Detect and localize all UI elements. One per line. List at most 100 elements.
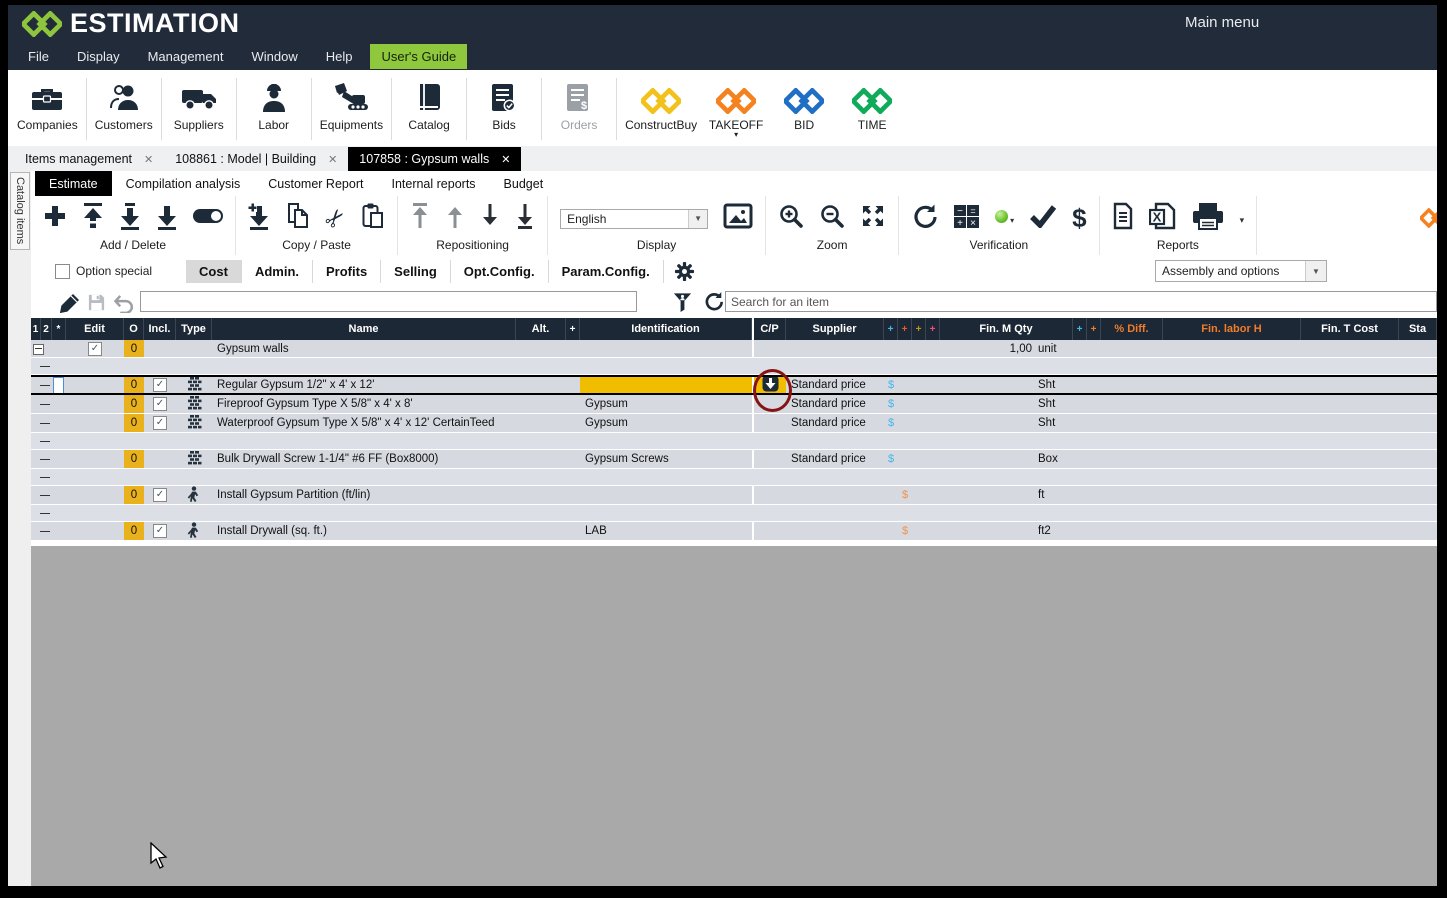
close-icon[interactable]: ✕: [501, 153, 510, 166]
tab-108861-model-building[interactable]: 108861 : Model | Building✕: [164, 147, 348, 171]
cell-incl[interactable]: ✓: [144, 486, 176, 504]
ribbon-copy-button[interactable]: [285, 202, 311, 235]
cell-edit[interactable]: [66, 522, 124, 540]
main-menu-label[interactable]: Main menu: [1185, 14, 1259, 31]
column-header-p2[interactable]: +: [898, 318, 912, 340]
collapse-expander-icon[interactable]: [33, 344, 41, 355]
cell-incl[interactable]: [144, 450, 176, 468]
column-header-p6[interactable]: +: [1087, 318, 1101, 340]
filter-button-admin[interactable]: Admin.: [242, 260, 313, 283]
edit-checkbox[interactable]: ✓: [88, 342, 102, 356]
ribbon-recalc-button[interactable]: [911, 203, 938, 235]
filter-button-cost[interactable]: Cost: [186, 260, 242, 283]
column-header-alt[interactable]: Alt.: [516, 318, 566, 340]
menu-item-management[interactable]: Management: [134, 49, 238, 64]
toolbar-time-button[interactable]: TIME: [838, 77, 906, 132]
toolbar-labor-button[interactable]: Labor: [240, 77, 308, 132]
price-dollar-indicator[interactable]: $: [884, 453, 898, 465]
column-header-finlabor[interactable]: Fin. labor H: [1163, 318, 1301, 340]
price-dollar-indicator[interactable]: $: [884, 417, 898, 429]
catalog-items-tab[interactable]: Catalog items: [10, 172, 30, 250]
column-header-sta[interactable]: Sta: [1399, 318, 1437, 340]
ribbon-move-down-bar-button[interactable]: [156, 203, 178, 235]
toolbar-customers-button[interactable]: Customers: [90, 77, 158, 132]
menu-item-window[interactable]: Window: [237, 49, 311, 64]
option-special-checkbox[interactable]: Option special: [55, 264, 152, 279]
cell-incl[interactable]: [144, 340, 176, 357]
tab-estimate[interactable]: Estimate: [35, 171, 112, 196]
ribbon-fit-screen-button[interactable]: [860, 203, 886, 234]
column-header-p5[interactable]: +: [1073, 318, 1087, 340]
ribbon-add-plus-button[interactable]: [43, 204, 67, 233]
ribbon-zoom-in-button[interactable]: [778, 203, 804, 234]
menu-item-display[interactable]: Display: [63, 49, 134, 64]
ribbon-report-doc-button[interactable]: [1112, 202, 1134, 235]
gear-icon[interactable]: [674, 261, 695, 282]
menu-item-help[interactable]: Help: [312, 49, 367, 64]
search-item-input[interactable]: [725, 291, 1437, 312]
tab-107858-gypsum-walls[interactable]: 107858 : Gypsum walls✕: [348, 147, 521, 171]
ribbon-dollar-button[interactable]: $: [1072, 205, 1086, 232]
toolbar-companies-button[interactable]: Companies: [12, 77, 83, 132]
ribbon-validate-button[interactable]: [1029, 204, 1057, 233]
undo-icon[interactable]: [113, 294, 135, 318]
save-icon[interactable]: [87, 293, 106, 317]
tab-budget[interactable]: Budget: [490, 171, 558, 196]
close-icon[interactable]: ✕: [144, 153, 153, 166]
ribbon-move-bottom-button[interactable]: [515, 203, 535, 234]
ribbon-cut-button[interactable]: ✂: [326, 207, 346, 231]
checkbox-icon[interactable]: [55, 264, 70, 279]
table-row[interactable]: 0✓Install Drywall (sq. ft.)LAB$ft2: [31, 522, 1437, 541]
cell-incl[interactable]: ✓: [144, 377, 176, 393]
column-header-p4[interactable]: +: [926, 318, 940, 340]
toolbar-equipments-button[interactable]: Equipments: [315, 77, 388, 132]
include-checkbox[interactable]: ✓: [153, 416, 167, 430]
toolbar-catalog-button[interactable]: Catalog: [395, 77, 463, 132]
ribbon-status-dot-button[interactable]: ▾: [995, 210, 1014, 228]
column-header-incl[interactable]: Incl.: [144, 318, 176, 340]
column-header-ident[interactable]: Identification: [580, 318, 752, 340]
column-header-cstar[interactable]: *: [52, 318, 66, 340]
price-dollar-indicator[interactable]: $: [898, 525, 912, 537]
toolbar-suppliers-button[interactable]: Suppliers: [165, 77, 233, 132]
column-header-name[interactable]: Name: [212, 318, 516, 340]
include-checkbox[interactable]: ✓: [153, 378, 167, 392]
toolbar-takeoff-button[interactable]: TAKEOFF▾: [702, 77, 770, 138]
cell-edit[interactable]: [66, 486, 124, 504]
tab-compilation-analysis[interactable]: Compilation analysis: [112, 171, 255, 196]
filter-button-param-config[interactable]: Param.Config.: [549, 260, 664, 283]
price-dollar-indicator[interactable]: $: [898, 489, 912, 501]
ribbon-toggle-button[interactable]: [193, 209, 223, 228]
table-row[interactable]: 0✓Fireproof Gypsum Type X 5/8" x 4' x 8'…: [31, 395, 1437, 414]
ribbon-image-button[interactable]: [723, 203, 753, 234]
include-checkbox[interactable]: ✓: [153, 397, 167, 411]
ribbon-insert-up-button[interactable]: [82, 203, 104, 235]
toolbar-orders-button[interactable]: $Orders: [545, 77, 613, 132]
menu-item-users-guide[interactable]: User's Guide: [370, 44, 467, 69]
cell-edit[interactable]: ✓: [66, 340, 124, 357]
price-dollar-indicator[interactable]: $: [884, 398, 898, 410]
ribbon-paste-button[interactable]: [361, 202, 385, 235]
toolbar-constructbuy-button[interactable]: ConstructBuy: [620, 77, 702, 132]
column-header-edit[interactable]: Edit: [66, 318, 124, 340]
ribbon-print-button[interactable]: [1191, 202, 1225, 235]
column-header-pdiff[interactable]: % Diff.: [1101, 318, 1163, 340]
ribbon-move-down-button[interactable]: [480, 203, 500, 234]
table-row[interactable]: 0✓Install Gypsum Partition (ft/lin)$ft: [31, 486, 1437, 505]
ribbon-calc-check-button[interactable]: −=+×: [953, 204, 980, 234]
table-row[interactable]: 0✓Waterproof Gypsum Type X 5/8" x 4' x 1…: [31, 414, 1437, 433]
table-row[interactable]: 0Bulk Drywall Screw 1-1/4" #6 FF (Box800…: [31, 450, 1437, 469]
cell-incl[interactable]: ✓: [144, 395, 176, 413]
ribbon-zoom-out-button[interactable]: [819, 203, 845, 234]
column-header-finmqty[interactable]: Fin. M Qty: [940, 318, 1073, 340]
column-header-o[interactable]: O: [124, 318, 144, 340]
ribbon-caret-button[interactable]: ▾: [1240, 210, 1245, 228]
tab-internal-reports[interactable]: Internal reports: [377, 171, 489, 196]
ribbon-paste-add-button[interactable]: [248, 203, 270, 235]
ribbon-move-up-button[interactable]: [445, 203, 465, 234]
cell-edit[interactable]: [66, 377, 124, 393]
include-checkbox[interactable]: ✓: [153, 488, 167, 502]
filter-expression-input[interactable]: [140, 291, 637, 312]
filter-button-profits[interactable]: Profits: [313, 260, 381, 283]
ribbon-delete-down-button[interactable]: [119, 203, 141, 235]
